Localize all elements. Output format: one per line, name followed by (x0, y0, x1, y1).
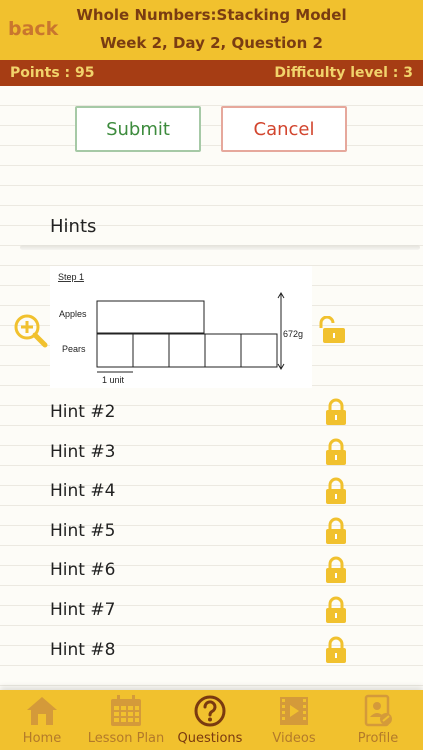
hint-row[interactable]: Hint #2 (0, 396, 423, 432)
apples-bar (96, 300, 205, 334)
unit-label: 1 unit (102, 375, 125, 385)
tab-questions[interactable]: Questions (168, 690, 252, 750)
tab-bar: Home Lesson Plan Questions Videos Profil… (0, 690, 423, 750)
question-icon (194, 695, 226, 727)
hint-step-image: Step 1 Apples Pears 672g 1 unit (50, 266, 312, 388)
lock-icon (326, 636, 346, 663)
home-icon (27, 697, 57, 725)
tab-videos-label: Videos (272, 731, 316, 746)
stacking-model-diagram: Step 1 Apples Pears 672g 1 unit (58, 272, 303, 385)
lock-icon (326, 596, 346, 623)
film-icon (280, 697, 308, 725)
hint-label: Hint #3 (50, 441, 116, 462)
lock-icon (326, 438, 346, 465)
unlock-icon (319, 316, 345, 343)
apples-label: Apples (59, 309, 87, 319)
pears-unit (168, 333, 206, 368)
pears-unit (240, 333, 278, 368)
hint-label: Hint #8 (50, 639, 116, 660)
cancel-button[interactable]: Cancel (221, 106, 347, 152)
hint-label: Hint #5 (50, 520, 116, 541)
tab-videos[interactable]: Videos (252, 690, 336, 750)
pears-label: Pears (62, 344, 86, 354)
hint-row[interactable]: Hint #3 (0, 436, 423, 472)
zoom-in-icon[interactable] (12, 312, 48, 348)
total-label: 672g (283, 329, 303, 339)
lock-icon (326, 556, 346, 584)
status-bar: Points : 95 Difficulty level : 3 (0, 60, 423, 86)
tab-lesson-plan-label: Lesson Plan (87, 731, 165, 746)
hints-divider (20, 245, 420, 250)
lock-icon (326, 477, 346, 505)
hint-label: Hint #7 (50, 600, 116, 620)
hint-row[interactable]: Hint #5 (0, 515, 423, 551)
calendar-icon (111, 695, 141, 726)
profile-icon (364, 694, 392, 727)
tab-home-label: Home (22, 731, 62, 746)
tab-home[interactable]: Home (0, 690, 84, 750)
hint-row[interactable]: Hint #4 (0, 475, 423, 511)
tab-questions-label: Questions (177, 731, 243, 746)
hint-label: Hint #2 (50, 402, 116, 422)
page-title: Whole Numbers:Stacking Model (76, 6, 347, 24)
tab-lesson-plan[interactable]: Lesson Plan (84, 690, 168, 750)
difficulty-label: Difficulty level : 3 (274, 65, 413, 81)
hint-row[interactable]: Hint #8 (0, 634, 423, 670)
points-label: Points : 95 (10, 65, 95, 81)
pears-unit (96, 333, 134, 368)
tab-profile-label: Profile (357, 731, 399, 746)
lock-icon (326, 517, 346, 544)
hints-heading: Hints (50, 216, 97, 237)
hint-label: Hint #6 (50, 560, 116, 581)
hint-row[interactable]: Hint #6 (0, 554, 423, 590)
submit-button[interactable]: Submit (75, 106, 201, 152)
page-subtitle: Week 2, Day 2, Question 2 (100, 34, 323, 52)
pears-unit (132, 333, 170, 368)
pears-unit (204, 333, 242, 368)
hint-label: Hint #4 (50, 481, 116, 502)
lock-icon (326, 398, 346, 425)
step-label: Step 1 (58, 272, 84, 282)
hint-row[interactable]: Hint #7 (0, 594, 423, 630)
header: back Whole Numbers:Stacking Model Week 2… (0, 0, 423, 60)
tab-profile[interactable]: Profile (336, 690, 420, 750)
